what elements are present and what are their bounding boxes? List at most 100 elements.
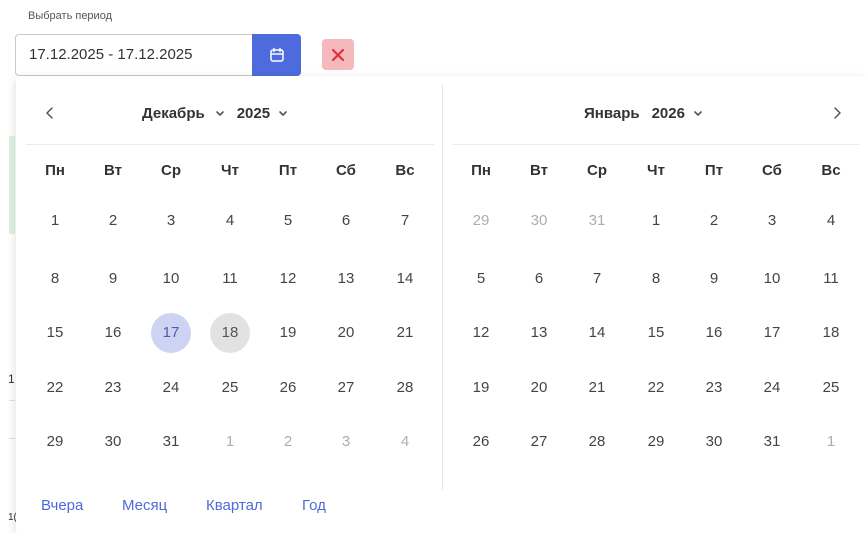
calendar-day[interactable]: 23: [93, 368, 133, 408]
header-divider-right: [452, 144, 860, 145]
calendar-day[interactable]: 14: [385, 259, 425, 299]
weekday-label: Вс: [395, 162, 415, 179]
calendar-day[interactable]: 28: [385, 368, 425, 408]
preset-yesterday[interactable]: Вчера: [41, 497, 83, 514]
calendar-icon: [269, 47, 284, 62]
calendar-day[interactable]: 20: [326, 313, 366, 353]
calendar-day[interactable]: 29: [636, 422, 676, 462]
calendar-day[interactable]: 21: [385, 313, 425, 353]
calendar-day[interactable]: 30: [93, 422, 133, 462]
calendar-day[interactable]: 29: [461, 201, 501, 241]
next-month-button[interactable]: [827, 103, 847, 123]
calendar-day[interactable]: 7: [577, 259, 617, 299]
calendar-day[interactable]: 4: [385, 422, 425, 462]
calendar-day[interactable]: 1: [35, 201, 75, 241]
year-select-right[interactable]: 2026: [652, 105, 703, 122]
calendar-day[interactable]: 27: [326, 368, 366, 408]
calendar-day[interactable]: 4: [811, 201, 851, 241]
chevron-right-icon: [834, 107, 841, 119]
preset-year[interactable]: Год: [302, 497, 326, 514]
calendar-day[interactable]: 2: [268, 422, 308, 462]
calendar-day[interactable]: 13: [519, 313, 559, 353]
calendar-day[interactable]: 24: [752, 368, 792, 408]
background-text-fragment: 1: [8, 372, 15, 386]
calendar-day[interactable]: 6: [326, 201, 366, 241]
weekday-label: Вт: [104, 162, 122, 179]
calendar-day[interactable]: 8: [35, 259, 75, 299]
month-year-selector-left: Декабрь 2025: [142, 105, 288, 122]
calendar-day[interactable]: 5: [461, 259, 501, 299]
calendar-day[interactable]: 5: [268, 201, 308, 241]
calendar-day[interactable]: 28: [577, 422, 617, 462]
calendar-day[interactable]: 3: [752, 201, 792, 241]
calendar-day[interactable]: 1: [811, 422, 851, 462]
calendar-day[interactable]: 12: [461, 313, 501, 353]
calendar-day[interactable]: 27: [519, 422, 559, 462]
calendar-day[interactable]: 12: [268, 259, 308, 299]
weekday-label: Чт: [647, 162, 665, 179]
calendar-day[interactable]: 23: [694, 368, 734, 408]
calendar-day[interactable]: 15: [636, 313, 676, 353]
calendar-day[interactable]: 30: [694, 422, 734, 462]
prev-month-button[interactable]: [40, 103, 60, 123]
calendar-day[interactable]: 31: [577, 201, 617, 241]
calendar-day[interactable]: 11: [811, 259, 851, 299]
calendar-day[interactable]: 1: [210, 422, 250, 462]
calendar-day[interactable]: 15: [35, 313, 75, 353]
calendar-day[interactable]: 2: [93, 201, 133, 241]
calendar-day[interactable]: 26: [461, 422, 501, 462]
calendar-day[interactable]: 16: [93, 313, 133, 353]
period-input[interactable]: 17.12.2025 - 17.12.2025: [15, 34, 253, 76]
weekday-label: Пн: [45, 162, 65, 179]
calendar-day[interactable]: 21: [577, 368, 617, 408]
weekday-label: Пт: [704, 162, 724, 179]
calendar-day[interactable]: 19: [268, 313, 308, 353]
month-year-selector-right: Январь 2026: [584, 105, 703, 122]
calendar-day[interactable]: 31: [752, 422, 792, 462]
month-select-left[interactable]: Декабрь: [142, 105, 225, 122]
chevron-down-icon: [694, 110, 702, 116]
calendar-day[interactable]: 1: [636, 201, 676, 241]
calendar-day[interactable]: 9: [694, 259, 734, 299]
calendar-day[interactable]: 30: [519, 201, 559, 241]
calendar-day[interactable]: 10: [752, 259, 792, 299]
calendar-day[interactable]: 3: [326, 422, 366, 462]
weekday-label: Сб: [762, 162, 782, 179]
calendar-day[interactable]: 18: [210, 313, 250, 353]
calendar-day[interactable]: 22: [636, 368, 676, 408]
calendar-day[interactable]: 16: [694, 313, 734, 353]
calendar-day[interactable]: 4: [210, 201, 250, 241]
calendar-day[interactable]: 11: [210, 259, 250, 299]
calendar-day[interactable]: 7: [385, 201, 425, 241]
calendar-day[interactable]: 17: [151, 313, 191, 353]
preset-quarter[interactable]: Квартал: [206, 497, 263, 514]
calendar-day[interactable]: 2: [694, 201, 734, 241]
chevron-down-icon: [279, 110, 287, 116]
calendar-day[interactable]: 26: [268, 368, 308, 408]
background-row-highlight: [9, 136, 15, 234]
calendar-day[interactable]: 25: [811, 368, 851, 408]
calendar-day[interactable]: 18: [811, 313, 851, 353]
calendar-day[interactable]: 8: [636, 259, 676, 299]
calendar-day[interactable]: 22: [35, 368, 75, 408]
year-select-left[interactable]: 2025: [237, 105, 288, 122]
weekday-label: Ср: [587, 162, 607, 179]
calendar-day[interactable]: 17: [752, 313, 792, 353]
calendar-day[interactable]: 13: [326, 259, 366, 299]
calendar-day[interactable]: 6: [519, 259, 559, 299]
calendar-button[interactable]: [252, 34, 301, 76]
calendar-day[interactable]: 29: [35, 422, 75, 462]
calendar-day[interactable]: 20: [519, 368, 559, 408]
calendar-day[interactable]: 14: [577, 313, 617, 353]
calendar-day[interactable]: 9: [93, 259, 133, 299]
calendar-day[interactable]: 10: [151, 259, 191, 299]
calendar-day[interactable]: 31: [151, 422, 191, 462]
weekday-label: Вт: [530, 162, 548, 179]
month-label: Январь: [584, 105, 640, 122]
calendar-day[interactable]: 19: [461, 368, 501, 408]
clear-button[interactable]: [322, 39, 354, 70]
calendar-day[interactable]: 25: [210, 368, 250, 408]
calendar-day[interactable]: 3: [151, 201, 191, 241]
calendar-day[interactable]: 24: [151, 368, 191, 408]
preset-month[interactable]: Месяц: [122, 497, 167, 514]
